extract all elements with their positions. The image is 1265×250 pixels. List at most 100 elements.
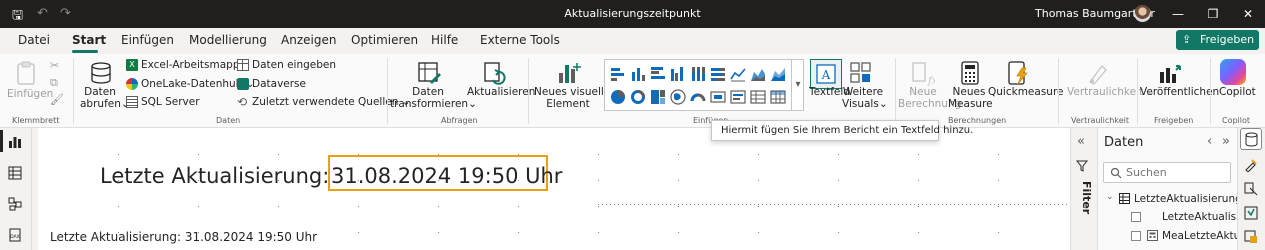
donut-chart-icon[interactable]: [630, 89, 646, 105]
clustered-column-chart-icon[interactable]: [670, 66, 686, 82]
filter-pane-label[interactable]: Filter: [1080, 181, 1093, 214]
canvas-grid-dot: [758, 232, 759, 233]
canvas-grid-dot: [1030, 204, 1031, 205]
kpi-icon[interactable]: [730, 89, 746, 105]
more-visuals-button[interactable]: Weitere Visuals⌄: [842, 86, 888, 110]
copy-icon[interactable]: ⧉: [50, 76, 58, 90]
canvas-grid-dot: [806, 204, 807, 205]
format-painter-icon[interactable]: 🖌: [50, 93, 64, 106]
canvas-grid-dot: [982, 204, 983, 205]
canvas-grid-dot: [730, 204, 731, 205]
canvas-grid-dot: [858, 204, 859, 205]
table-view-icon[interactable]: [8, 166, 22, 180]
format-visual-icon[interactable]: [1244, 158, 1258, 172]
enter-data-button[interactable]: Daten eingeben: [252, 59, 336, 71]
paste-button[interactable]: Einfügen: [7, 88, 53, 100]
transform-data-button[interactable]: Daten transformieren⌄: [390, 86, 477, 110]
minimize-icon[interactable]: —: [1168, 4, 1188, 24]
build-visual-icon[interactable]: [1244, 182, 1258, 196]
canvas-grid-dot: [870, 204, 871, 205]
dax-query-view-icon[interactable]: DAX: [8, 228, 22, 242]
close-icon[interactable]: ✕: [1238, 4, 1258, 24]
table-icon[interactable]: [750, 89, 766, 105]
canvas-grid-dot: [626, 204, 627, 205]
matrix-icon[interactable]: [770, 89, 786, 105]
dataverse-button[interactable]: Dataverse: [252, 78, 306, 90]
canvas-grid-dot: [746, 204, 747, 205]
canvas-grid-dot: [918, 232, 919, 233]
selection-pane-icon[interactable]: [1244, 230, 1258, 244]
stacked-bar-chart-icon[interactable]: [610, 66, 626, 82]
divider: [1137, 58, 1138, 124]
bookmarks-icon[interactable]: [1244, 206, 1258, 220]
refresh-button[interactable]: Aktualisieren: [467, 86, 535, 98]
menu-item-start[interactable]: Start: [72, 33, 106, 47]
canvas-grid-dot: [966, 204, 967, 205]
expand-pane-icon[interactable]: »: [1222, 134, 1230, 149]
new-calculation-button[interactable]: Neue Berechnung: [898, 86, 961, 110]
canvas-grid-dot: [926, 204, 927, 205]
active-tab-indicator: [72, 50, 98, 53]
gauge-icon[interactable]: [690, 89, 706, 105]
model-view-icon[interactable]: [8, 197, 22, 211]
textbox-icon[interactable]: A: [810, 59, 842, 89]
collapse-pane-icon[interactable]: ‹: [1207, 134, 1212, 149]
report-view-icon[interactable]: [8, 135, 22, 149]
publish-button[interactable]: Veröffentlichen: [1140, 86, 1219, 98]
menu-item-optimieren[interactable]: Optimieren: [351, 33, 418, 47]
area-chart-icon[interactable]: [750, 66, 766, 82]
canvas-grid-dot: [758, 154, 759, 155]
copilot-button[interactable]: Copilot: [1219, 86, 1256, 98]
new-calculation-icon: fx: [912, 62, 935, 86]
chevron-down-icon[interactable]: ⌄: [1106, 192, 1114, 202]
canvas-grid-dot: [278, 206, 279, 207]
menu-item-datei[interactable]: Datei: [18, 33, 50, 47]
map-icon[interactable]: [670, 89, 686, 105]
stacked-area-chart-icon[interactable]: [770, 66, 786, 82]
search-input[interactable]: [1126, 166, 1226, 179]
column-100-chart-icon[interactable]: [690, 66, 706, 82]
menu-item-modellierung[interactable]: Modellierung: [189, 33, 267, 47]
card-icon[interactable]: [710, 89, 726, 105]
onelake-icon: [126, 78, 138, 90]
gallery-expand-icon[interactable]: ▾: [791, 60, 804, 110]
stacked-column-chart-icon[interactable]: [630, 66, 646, 82]
expand-filter-icon[interactable]: «: [1077, 134, 1085, 149]
quick-measure-button[interactable]: Quickmeasure: [988, 86, 1063, 98]
cut-icon[interactable]: ✂: [50, 59, 59, 72]
menu-item-einfuegen[interactable]: Einfügen: [121, 33, 174, 47]
sql-server-button[interactable]: SQL Server: [141, 96, 200, 108]
visual-gallery[interactable]: ▾: [604, 59, 804, 111]
restore-icon[interactable]: ❐: [1203, 4, 1223, 24]
canvas-grid-dot: [278, 154, 279, 155]
canvas-grid-dot: [830, 204, 831, 205]
pie-chart-icon[interactable]: [610, 89, 626, 105]
recent-sources-icon: ⟲: [237, 95, 248, 109]
new-visual-button[interactable]: Neues visuelles Element: [534, 86, 616, 110]
excel-workbook-button[interactable]: Excel-Arbeitsmappe: [141, 59, 246, 71]
data-pane-toggle[interactable]: [1240, 128, 1262, 150]
canvas-grid-dot: [998, 206, 999, 207]
clustered-bar-chart-icon[interactable]: [650, 66, 666, 82]
canvas-grid-dot: [866, 204, 867, 205]
database-icon: [1245, 132, 1258, 147]
avatar[interactable]: [1134, 5, 1151, 22]
table-name[interactable]: LetzteAktualisierung: [1134, 193, 1242, 205]
menu-item-externe-tools[interactable]: Externe Tools: [480, 33, 560, 47]
menu-item-anzeigen[interactable]: Anzeigen: [281, 33, 336, 47]
new-measure-button[interactable]: Neues Measure: [948, 86, 993, 110]
field-checkbox[interactable]: [1131, 231, 1141, 241]
menu-item-hilfe[interactable]: Hilfe: [431, 33, 458, 47]
search-box[interactable]: [1103, 162, 1231, 183]
search-icon: [1110, 167, 1122, 179]
share-button[interactable]: ⇪ Freigeben ⌄: [1176, 30, 1259, 66]
field-checkbox[interactable]: [1131, 212, 1141, 222]
canvas-grid-dot: [678, 206, 679, 207]
get-data-button[interactable]: Daten abrufen⌄: [80, 86, 130, 110]
canvas-grid-dot: [802, 204, 803, 205]
bar-100-chart-icon[interactable]: [710, 66, 726, 82]
canvas-grid-dot: [878, 204, 879, 205]
line-chart-icon[interactable]: [730, 66, 746, 82]
treemap-icon[interactable]: [650, 89, 666, 105]
last-refresh-textbox[interactable]: Letzte Aktualisierung: 31.08.2024 19:50 …: [50, 230, 317, 244]
